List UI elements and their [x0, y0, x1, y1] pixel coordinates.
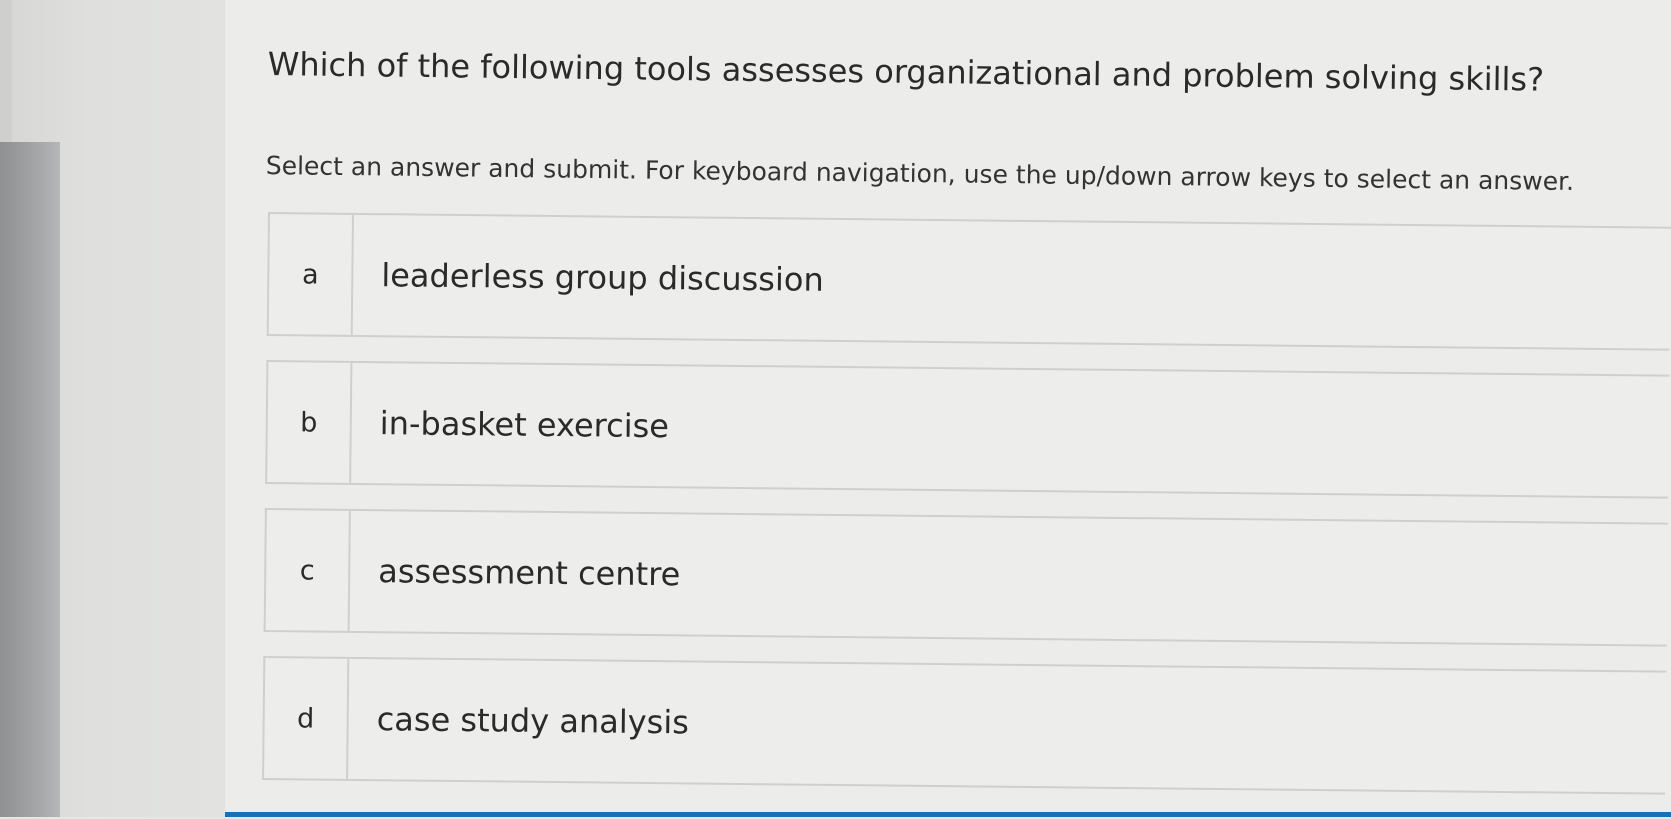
option-letter: d [264, 657, 350, 779]
left-scrollbar[interactable] [0, 142, 60, 817]
answer-option-b[interactable]: b in-basket exercise [265, 359, 1670, 499]
option-text: case study analysis [376, 700, 690, 742]
answer-option-c[interactable]: c assessment centre [263, 507, 1668, 647]
answer-option-d[interactable]: d case study analysis [262, 655, 1667, 795]
left-edge [0, 0, 12, 142]
bottom-accent-bar [225, 812, 1671, 817]
option-text: in-basket exercise [379, 404, 670, 446]
option-letter: a [268, 214, 354, 335]
answer-option-a[interactable]: a leaderless group discussion [266, 212, 1671, 351]
option-letter: c [265, 510, 351, 631]
answer-options: a leaderless group discussion b in-baske… [262, 212, 1671, 819]
option-letter: b [267, 362, 353, 483]
option-text: assessment centre [378, 552, 681, 594]
option-text: leaderless group discussion [381, 256, 824, 299]
